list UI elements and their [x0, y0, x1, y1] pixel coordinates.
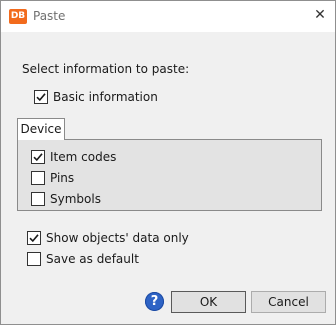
cancel-button[interactable]: Cancel: [251, 291, 326, 313]
basic-information-label: Basic information: [53, 90, 158, 104]
question-circle-icon[interactable]: ?: [145, 292, 164, 311]
item-codes-label: Item codes: [50, 150, 117, 164]
save-as-default-checkbox[interactable]: Save as default: [27, 251, 139, 267]
item-codes-checkbox[interactable]: Item codes: [31, 149, 116, 165]
paste-prompt: Select information to paste:: [22, 62, 190, 76]
checkbox-box[interactable]: [27, 252, 41, 266]
basic-information-checkbox[interactable]: Basic information: [34, 89, 158, 105]
close-button[interactable]: ✕: [305, 1, 335, 32]
save-as-default-label: Save as default: [46, 252, 139, 266]
app-logo-icon: DB: [9, 9, 27, 24]
checkbox-box[interactable]: [31, 171, 45, 185]
checkbox-box[interactable]: [27, 231, 41, 245]
checkbox-box[interactable]: [31, 150, 45, 164]
show-objects-data-only-label: Show objects' data only: [46, 231, 189, 245]
checkmark-icon: [29, 234, 39, 243]
pins-checkbox[interactable]: Pins: [31, 170, 74, 186]
checkbox-box[interactable]: [31, 192, 45, 206]
symbols-checkbox[interactable]: Symbols: [31, 191, 101, 207]
ok-button[interactable]: OK: [171, 291, 246, 313]
tab-device[interactable]: Device: [17, 118, 65, 140]
symbols-label: Symbols: [50, 192, 101, 206]
title-bar: DB Paste ✕: [1, 1, 335, 32]
window-title: Paste: [33, 9, 66, 23]
checkmark-icon: [36, 93, 46, 102]
checkbox-box[interactable]: [34, 90, 48, 104]
checkmark-icon: [33, 153, 43, 162]
pins-label: Pins: [50, 171, 75, 185]
paste-dialog: DB Paste ✕ Select information to paste: …: [0, 0, 336, 325]
show-objects-data-only-checkbox[interactable]: Show objects' data only: [27, 230, 189, 246]
